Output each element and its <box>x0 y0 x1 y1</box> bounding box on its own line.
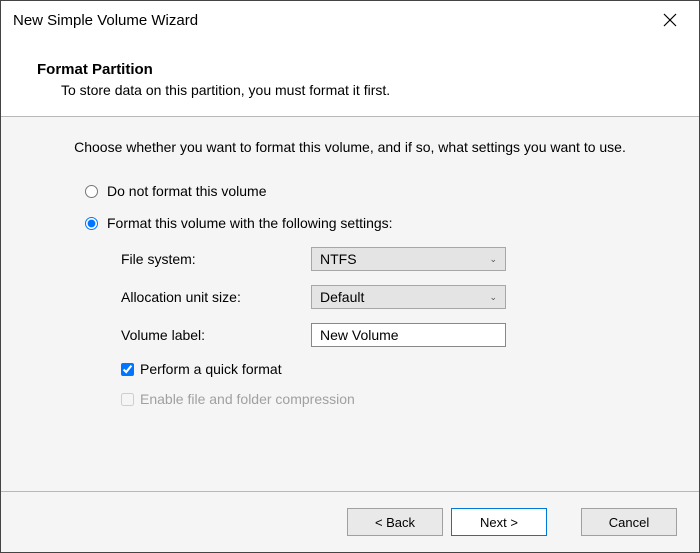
allocation-value: Default <box>320 289 364 305</box>
radio-format-input[interactable] <box>85 217 98 230</box>
file-system-dropdown[interactable]: NTFS ⌄ <box>311 247 506 271</box>
chevron-down-icon: ⌄ <box>489 292 497 303</box>
allocation-label: Allocation unit size: <box>121 289 311 305</box>
radio-do-not-format[interactable]: Do not format this volume <box>85 183 659 199</box>
next-button[interactable]: Next > <box>451 508 547 536</box>
file-system-label: File system: <box>121 251 311 267</box>
radio-format-label: Format this volume with the following se… <box>107 215 393 231</box>
back-button[interactable]: < Back <box>347 508 443 536</box>
allocation-row: Allocation unit size: Default ⌄ <box>121 285 659 309</box>
compression-row: Enable file and folder compression <box>121 391 659 407</box>
footer-section: < Back Next > Cancel <box>1 491 699 552</box>
radio-format[interactable]: Format this volume with the following se… <box>85 215 659 231</box>
compression-checkbox <box>121 393 134 406</box>
titlebar: New Simple Volume Wizard <box>1 1 699 39</box>
format-option-group: Do not format this volume Format this vo… <box>41 183 659 407</box>
compression-label: Enable file and folder compression <box>140 391 355 407</box>
instruction-text: Choose whether you want to format this v… <box>41 139 659 155</box>
quick-format-checkbox[interactable] <box>121 363 134 376</box>
quick-format-row[interactable]: Perform a quick format <box>121 361 659 377</box>
volume-label-row: Volume label: <box>121 323 659 347</box>
close-button[interactable] <box>653 5 687 35</box>
content-section: Choose whether you want to format this v… <box>1 117 699 491</box>
chevron-down-icon: ⌄ <box>489 254 497 265</box>
window-title: New Simple Volume Wizard <box>13 12 198 29</box>
format-settings: File system: NTFS ⌄ Allocation unit size… <box>85 247 659 407</box>
cancel-button[interactable]: Cancel <box>581 508 677 536</box>
file-system-value: NTFS <box>320 251 357 267</box>
volume-label-label: Volume label: <box>121 327 311 343</box>
close-icon <box>663 13 677 27</box>
allocation-dropdown[interactable]: Default ⌄ <box>311 285 506 309</box>
quick-format-label: Perform a quick format <box>140 361 282 377</box>
radio-do-not-format-input[interactable] <box>85 185 98 198</box>
page-title: Format Partition <box>37 61 663 78</box>
button-spacer <box>555 508 573 536</box>
page-subtitle: To store data on this partition, you mus… <box>37 82 663 98</box>
file-system-row: File system: NTFS ⌄ <box>121 247 659 271</box>
radio-do-not-format-label: Do not format this volume <box>107 183 267 199</box>
header-section: Format Partition To store data on this p… <box>1 39 699 116</box>
volume-label-input[interactable] <box>311 323 506 347</box>
wizard-window: New Simple Volume Wizard Format Partitio… <box>0 0 700 553</box>
